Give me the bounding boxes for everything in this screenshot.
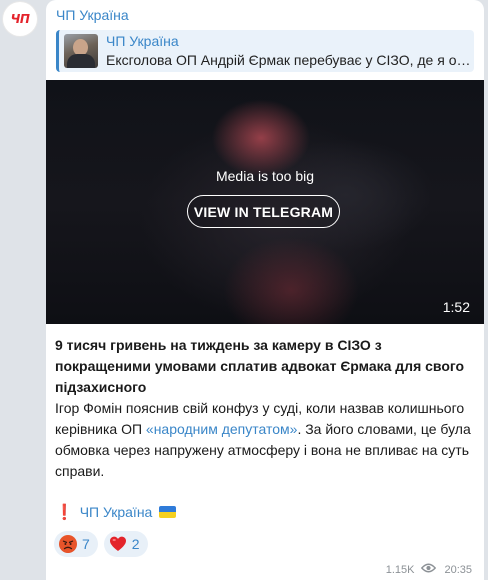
- exclamation-icon: ❗️: [55, 504, 74, 521]
- reply-text: Ексголова ОП Андрій Єрмак перебуває у СІ…: [106, 52, 472, 68]
- reply-thumbnail: [64, 34, 98, 68]
- view-count: 1.15K: [385, 563, 415, 576]
- channel-avatar-logo: ЧП: [10, 12, 30, 26]
- reaction-count: 7: [82, 536, 90, 552]
- reply-title: ЧП Україна: [106, 33, 179, 49]
- channel-avatar[interactable]: ЧП: [3, 2, 37, 36]
- sender-name[interactable]: ЧП Україна: [56, 7, 129, 23]
- post-body: Ігор Фомін пояснив свій конфуз у суді, к…: [55, 398, 477, 482]
- reactions-bar: 7 2: [54, 531, 148, 557]
- message-meta: 1.15K 20:35: [386, 563, 472, 576]
- eye-icon: [421, 563, 437, 576]
- post-time: 20:35: [444, 563, 472, 576]
- ukraine-flag-icon: [159, 506, 177, 518]
- view-in-telegram-button[interactable]: VIEW IN TELEGRAM: [187, 195, 340, 228]
- media-too-big-message: Media is too big: [215, 168, 315, 184]
- signature-channel-link[interactable]: ЧП Україна: [80, 504, 153, 520]
- angry-face-icon: [59, 535, 77, 553]
- reply-preview[interactable]: ЧП Україна Ексголова ОП Андрій Єрмак пер…: [56, 30, 474, 72]
- video-duration: 1:52: [442, 299, 470, 315]
- post-headline: 9 тисяч гривень на тиждень за камеру в С…: [55, 337, 465, 395]
- video-preview[interactable]: Media is too big VIEW IN TELEGRAM 1:52: [46, 80, 484, 324]
- quoted-phrase-link[interactable]: «народним депутатом»: [146, 421, 298, 437]
- signature: ❗️ ЧП Україна: [55, 503, 177, 521]
- reaction-heart[interactable]: 2: [103, 531, 148, 557]
- message-bubble: ЧП Україна ЧП Україна Ексголова ОП Андрі…: [46, 0, 484, 580]
- heart-icon: [109, 535, 127, 553]
- reaction-count: 2: [131, 536, 140, 552]
- reaction-angry[interactable]: 7: [54, 531, 98, 557]
